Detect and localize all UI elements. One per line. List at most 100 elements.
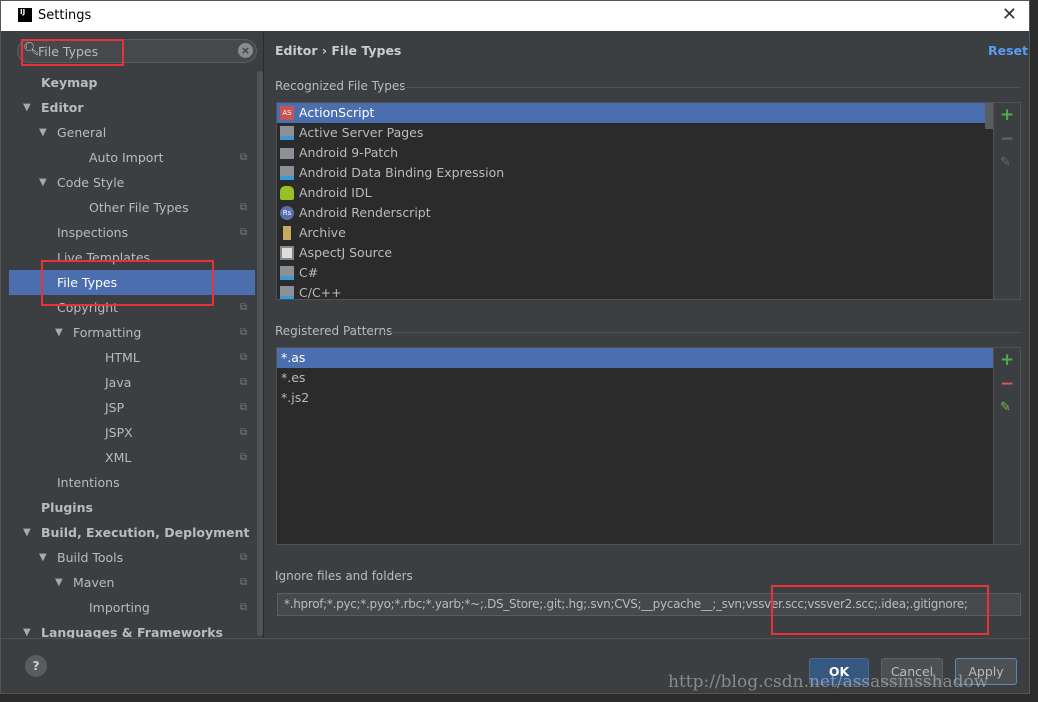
file-user-icon (280, 126, 294, 140)
sidebar-scrollbar[interactable] (257, 71, 263, 636)
edit-file-type-button[interactable]: ✎ (1000, 155, 1011, 170)
sidebar-item[interactable]: ▼ Build Tools ⧉ (9, 545, 255, 570)
file-type-row[interactable]: C# (277, 263, 985, 283)
remove-pattern-button[interactable]: − (1000, 374, 1014, 394)
expand-arrow-icon[interactable]: ▼ (55, 320, 63, 345)
sidebar-item[interactable]: Auto Import ⧉ (9, 145, 255, 170)
watermark: http://blog.csdn.net/assassinsshadow (668, 672, 989, 692)
renderscript-icon: Rs (280, 206, 294, 220)
file-type-row[interactable]: Android 9-Patch (277, 143, 985, 163)
aspectj-icon (280, 246, 294, 260)
sidebar-item-label: General (57, 125, 107, 140)
sidebar-item-label: Other File Types (89, 200, 189, 215)
sidebar-item-label: HTML (105, 350, 140, 365)
archive-icon (283, 226, 291, 240)
sidebar-item[interactable]: Other File Types ⧉ (9, 195, 255, 220)
sidebar-item[interactable]: ▼ Maven ⧉ (9, 570, 255, 595)
project-scope-icon: ⧉ (239, 227, 247, 238)
recognized-section-label: Recognized File Types (275, 79, 1021, 93)
sidebar-item-label: Languages & Frameworks (41, 625, 223, 638)
expand-arrow-icon[interactable]: ▼ (23, 620, 31, 638)
sidebar-item-label: JSPX (105, 425, 133, 440)
sidebar-item[interactable]: JSP ⧉ (9, 395, 255, 420)
expand-arrow-icon[interactable]: ▼ (23, 520, 31, 545)
file-type-row[interactable]: Android Data Binding Expression (277, 163, 985, 183)
project-scope-icon: ⧉ (239, 327, 247, 338)
sidebar-item[interactable]: Java ⧉ (9, 370, 255, 395)
clear-search-icon[interactable]: × (238, 43, 253, 58)
project-scope-icon: ⧉ (239, 452, 247, 463)
file-type-label: Archive (299, 225, 346, 240)
list-scrollbar[interactable] (985, 103, 993, 129)
sidebar-item[interactable]: Intentions (9, 470, 255, 495)
edit-pattern-button[interactable]: ✎ (1000, 400, 1011, 415)
sidebar-item[interactable]: ▼ Languages & Frameworks (9, 620, 255, 638)
file-type-row[interactable]: Android IDL (277, 183, 985, 203)
file-user-icon (280, 286, 294, 299)
expand-arrow-icon[interactable]: ▼ (55, 570, 63, 595)
file-type-label: Android Data Binding Expression (299, 165, 505, 180)
file-type-row[interactable]: AspectJ Source (277, 243, 985, 263)
expand-arrow-icon[interactable]: ▼ (39, 170, 47, 195)
highlight-box (771, 585, 989, 635)
pattern-row[interactable]: *.es (277, 368, 993, 388)
sidebar-item-label: Build Tools (57, 550, 124, 565)
sidebar-item[interactable]: JSPX ⧉ (9, 420, 255, 445)
sidebar-item[interactable]: ▼ Formatting ⧉ (9, 320, 255, 345)
intellij-logo: IJ (18, 8, 32, 22)
file-type-label: ActionScript (299, 105, 375, 120)
sidebar-item[interactable]: Plugins (9, 495, 255, 520)
file-type-row[interactable]: AS ActionScript (277, 103, 985, 123)
file-type-label: Active Server Pages (299, 125, 424, 140)
sidebar-item[interactable]: Keymap (9, 70, 255, 95)
sidebar-item-label: Importing (89, 600, 150, 615)
file-type-label: AspectJ Source (299, 245, 393, 260)
project-scope-icon: ⧉ (239, 202, 247, 213)
sidebar-item-label: Formatting (73, 325, 142, 340)
file-type-label: Android 9-Patch (299, 145, 399, 160)
settings-dialog: IJ Settings ✕ 🔍︎ File Types × Keymap ▼ Edi… (0, 0, 1030, 694)
sidebar-item-label: XML (105, 450, 132, 465)
sidebar-item[interactable]: Inspections ⧉ (9, 220, 255, 245)
file-type-label: C# (299, 265, 319, 280)
window-title: Settings (38, 8, 92, 23)
breadcrumb: Editor › File Types (275, 43, 401, 58)
sidebar-item[interactable]: ▼ Build, Execution, Deployment (9, 520, 255, 545)
file-type-row[interactable]: Rs Android Renderscript (277, 203, 985, 223)
project-scope-icon: ⧉ (239, 302, 247, 313)
sidebar-item-label: Intentions (57, 475, 120, 490)
sidebar-item-label: Editor (41, 100, 84, 115)
file-type-label: Android IDL (299, 185, 372, 200)
file-type-row[interactable]: C/C++ (277, 283, 985, 299)
add-file-type-button[interactable]: + (1000, 105, 1014, 125)
sidebar-item[interactable]: Importing ⧉ (9, 595, 255, 620)
sidebar-item[interactable]: ▼ Code Style (9, 170, 255, 195)
sidebar-item[interactable]: XML ⧉ (9, 445, 255, 470)
add-pattern-button[interactable]: + (1000, 350, 1014, 370)
expand-arrow-icon[interactable]: ▼ (23, 95, 31, 120)
help-button[interactable]: ? (25, 655, 47, 677)
ignore-label: Ignore files and folders (275, 569, 413, 583)
expand-arrow-icon[interactable]: ▼ (39, 120, 47, 145)
sidebar-item-label: Inspections (57, 225, 129, 240)
project-scope-icon: ⧉ (239, 427, 247, 438)
file-type-row[interactable]: Active Server Pages (277, 123, 985, 143)
sidebar-item-label: Keymap (41, 75, 98, 90)
pattern-row[interactable]: *.as (277, 348, 993, 368)
patterns-section-label: Registered Patterns (275, 324, 1021, 338)
file-type-row[interactable]: Archive (277, 223, 985, 243)
close-button[interactable]: ✕ (1002, 4, 1017, 25)
project-scope-icon: ⧉ (239, 602, 247, 613)
sidebar-item-label: Code Style (57, 175, 125, 190)
sidebar-item-label: Java (105, 375, 132, 390)
remove-file-type-button[interactable]: − (1000, 129, 1014, 149)
highlight-box (21, 39, 124, 66)
pattern-row[interactable]: *.js2 (277, 388, 993, 408)
sidebar-item[interactable]: ▼ General (9, 120, 255, 145)
sidebar-item[interactable]: ▼ Editor (9, 95, 255, 120)
file-type-label: Android Renderscript (299, 205, 431, 220)
recognized-file-types-list: AS ActionScript Active Server Pages Android… (276, 102, 1021, 300)
expand-arrow-icon[interactable]: ▼ (39, 545, 47, 570)
sidebar-item[interactable]: HTML ⧉ (9, 345, 255, 370)
reset-link[interactable]: Reset (988, 43, 1028, 58)
